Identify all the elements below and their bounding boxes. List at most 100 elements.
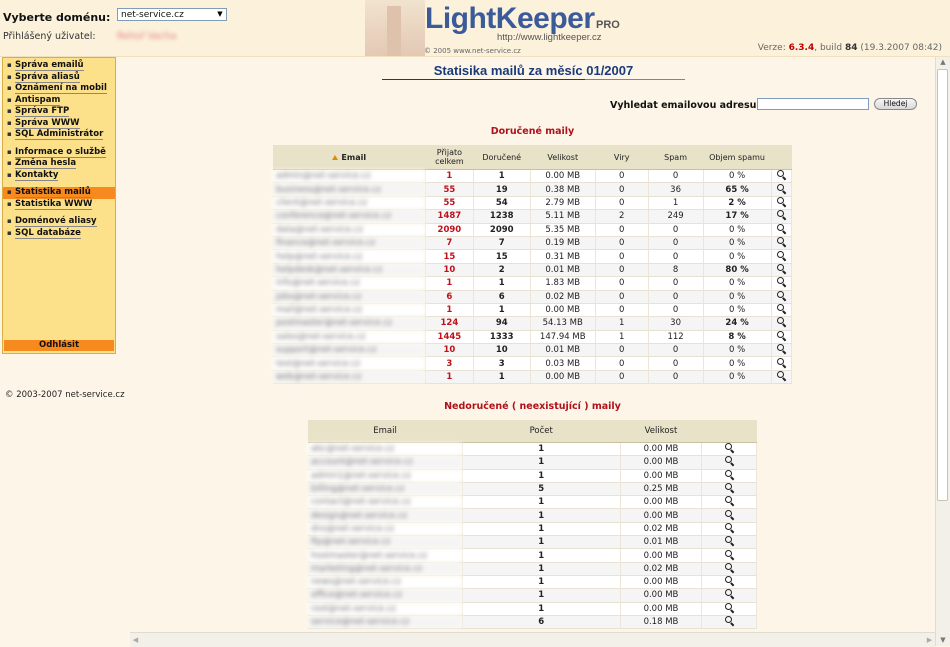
- cell-email[interactable]: dns@net-service.cz: [308, 522, 463, 537]
- sidebar-item[interactable]: ▪ Správa aliasů: [3, 71, 115, 84]
- col-email-header[interactable]: Email: [308, 420, 463, 443]
- col-spam-volume-header[interactable]: Objem spamu: [703, 145, 772, 170]
- sidebar-item[interactable]: ▪ Informace o službě: [3, 146, 115, 159]
- logout-button[interactable]: Odhlásit: [4, 340, 114, 351]
- sidebar-item[interactable]: ▪ SQL Administrátor: [3, 129, 115, 141]
- cell-email[interactable]: test@net-service.cz: [273, 356, 426, 371]
- magnifier-icon[interactable]: [724, 522, 734, 532]
- cell-email[interactable]: office@net-service.cz: [308, 588, 463, 603]
- sidebar-item[interactable]: ▪ Kontakty: [3, 169, 115, 182]
- cell-email[interactable]: mail@net-service.cz: [273, 303, 426, 318]
- magnifier-icon[interactable]: [776, 277, 786, 286]
- magnifier-icon[interactable]: [776, 183, 786, 193]
- col-size-header[interactable]: Velikost: [620, 420, 702, 443]
- magnifier-icon[interactable]: [724, 616, 734, 625]
- cell-email[interactable]: postmaster@net-service.cz: [273, 316, 426, 331]
- col-spam-header[interactable]: Spam: [648, 145, 704, 170]
- magnifier-icon[interactable]: [724, 469, 734, 479]
- sort-asc-icon[interactable]: [332, 154, 339, 160]
- magnifier-icon[interactable]: [776, 304, 786, 313]
- cell-email[interactable]: ftp@net-service.cz: [308, 535, 463, 550]
- sidebar-item[interactable]: ▪ Antispam: [3, 94, 115, 107]
- cell-email[interactable]: marketing@net-service.cz: [308, 562, 463, 576]
- col-viruses-header[interactable]: Viry: [595, 145, 649, 170]
- cell-email[interactable]: data@net-service.cz: [273, 223, 426, 237]
- col-count-header[interactable]: Počet: [462, 420, 621, 443]
- sidebar-item[interactable]: ▪ Změna hesla: [3, 158, 115, 170]
- cell-email[interactable]: info@net-service.cz: [273, 276, 426, 291]
- cell-email[interactable]: admin@net-service.cz: [273, 169, 426, 184]
- magnifier-icon[interactable]: [776, 237, 786, 246]
- cell-email[interactable]: helpdesk@net-service.cz: [273, 263, 426, 278]
- magnifier-icon[interactable]: [776, 371, 786, 380]
- horizontal-scrollbar[interactable]: ◀ ▶: [130, 632, 935, 647]
- magnifier-icon[interactable]: [724, 509, 734, 519]
- sidebar-item[interactable]: ▪ Správa emailů: [3, 60, 115, 72]
- logo: LightKeeper PRO http://www.lightkeeper.c…: [365, 0, 625, 56]
- magnifier-icon[interactable]: [776, 330, 786, 340]
- cell-email[interactable]: support@net-service.cz: [273, 343, 426, 358]
- sidebar-item[interactable]: ▪ Statistika mailů: [3, 187, 115, 199]
- magnifier-icon[interactable]: [776, 317, 786, 326]
- magnifier-icon[interactable]: [724, 536, 734, 545]
- cell-email[interactable]: client@net-service.cz: [273, 196, 426, 211]
- scroll-right-icon[interactable]: ▶: [924, 634, 935, 646]
- col-delivered-header[interactable]: Doručené: [473, 145, 531, 170]
- magnifier-icon[interactable]: [776, 170, 786, 179]
- magnifier-icon[interactable]: [724, 549, 734, 559]
- cell-email[interactable]: help@net-service.cz: [273, 249, 426, 264]
- sidebar-item[interactable]: ▪ Statistika WWW: [3, 198, 115, 211]
- cell-email[interactable]: jobs@net-service.cz: [273, 290, 426, 304]
- magnifier-icon[interactable]: [776, 210, 786, 219]
- cell-viruses: 0: [595, 356, 649, 371]
- sidebar-item[interactable]: ▪ SQL databáze: [3, 227, 115, 240]
- scroll-left-icon[interactable]: ◀: [130, 634, 141, 646]
- magnifier-icon[interactable]: [724, 576, 734, 585]
- magnifier-icon[interactable]: [724, 562, 734, 572]
- cell-email[interactable]: abc@net-service.cz: [308, 442, 463, 457]
- scroll-down-icon[interactable]: ▼: [936, 635, 950, 646]
- sidebar-item[interactable]: ▪ Doménové aliasy: [3, 216, 115, 228]
- cell-email[interactable]: account@net-service.cz: [308, 455, 463, 470]
- search-button[interactable]: Hledej: [874, 98, 917, 110]
- magnifier-icon[interactable]: [724, 456, 734, 465]
- col-email-header[interactable]: Email: [273, 145, 426, 170]
- scrollbar-thumb[interactable]: [937, 69, 948, 501]
- domain-select[interactable]: net-service.cz ▼: [117, 8, 227, 21]
- dropdown-arrow-icon[interactable]: ▼: [215, 10, 225, 19]
- cell-email[interactable]: hostmaster@net-service.cz: [308, 548, 463, 563]
- cell-email[interactable]: finance@net-service.cz: [273, 236, 426, 251]
- search-input[interactable]: [757, 98, 869, 110]
- magnifier-icon[interactable]: [724, 496, 734, 505]
- col-size-header[interactable]: Velikost: [530, 145, 596, 170]
- magnifier-icon[interactable]: [724, 483, 734, 492]
- cell-size: 2.79 MB: [530, 196, 596, 211]
- cell-email[interactable]: conference@net-service.cz: [273, 209, 426, 224]
- magnifier-icon[interactable]: [776, 250, 786, 260]
- cell-email[interactable]: sales@net-service.cz: [273, 330, 426, 345]
- col-received-header[interactable]: Přijato celkem: [425, 145, 474, 170]
- cell-email[interactable]: billing@net-service.cz: [308, 482, 463, 497]
- sidebar-item[interactable]: ▪ Správa FTP: [3, 106, 115, 118]
- magnifier-icon[interactable]: [776, 290, 786, 300]
- magnifier-icon[interactable]: [776, 263, 786, 273]
- cell-email[interactable]: news@net-service.cz: [308, 575, 463, 590]
- magnifier-icon[interactable]: [776, 357, 786, 367]
- scroll-up-icon[interactable]: ▲: [936, 57, 950, 68]
- cell-email[interactable]: contact@net-service.cz: [308, 495, 463, 510]
- cell-email[interactable]: design@net-service.cz: [308, 508, 463, 523]
- sidebar-item[interactable]: ▪ Oznámení na mobil: [3, 83, 115, 95]
- magnifier-icon[interactable]: [724, 443, 734, 452]
- cell-email[interactable]: business@net-service.cz: [273, 182, 426, 197]
- cell-email[interactable]: service@net-service.cz: [308, 615, 463, 630]
- magnifier-icon[interactable]: [724, 589, 734, 598]
- magnifier-icon[interactable]: [776, 196, 786, 206]
- cell-email[interactable]: root@net-service.cz: [308, 602, 463, 616]
- sidebar-item[interactable]: ▪ Správa WWW: [3, 117, 115, 130]
- magnifier-icon[interactable]: [776, 344, 786, 353]
- magnifier-icon[interactable]: [724, 602, 734, 612]
- vertical-scrollbar[interactable]: ▲ ▼: [935, 57, 950, 646]
- cell-email[interactable]: admin1@net-service.cz: [308, 469, 463, 483]
- magnifier-icon[interactable]: [776, 223, 786, 233]
- cell-email[interactable]: web@net-service.cz: [273, 370, 426, 385]
